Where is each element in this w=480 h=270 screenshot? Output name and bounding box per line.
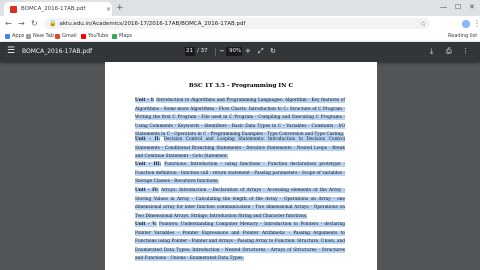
pdf-favicon-icon	[10, 5, 17, 13]
unit-text: Introduction to Algorithms and Programmi…	[135, 98, 345, 138]
browser-toolbar: ← → ↻ 🔒 aktu.edu.in/Academics/2016-17/20…	[0, 16, 480, 31]
unit-heading: Unit - III:	[135, 162, 162, 167]
pdf-page: BSC 1T 3.5 - Programming IN C Unit - I: …	[105, 62, 377, 270]
page-total: / 37	[197, 48, 208, 54]
document-title: BSC 1T 3.5 - Programming IN C	[188, 83, 294, 89]
forward-button[interactable]: →	[18, 18, 25, 29]
apps-grid-icon	[5, 33, 10, 39]
unit-heading: Unit - V:	[135, 222, 157, 227]
bookmark-label: Gmail	[62, 33, 77, 39]
profile-avatar[interactable]	[462, 20, 470, 28]
unit-5: Unit - V: Pointers: Understanding Comput…	[135, 221, 345, 264]
new-tab-button[interactable]: +	[116, 3, 124, 13]
unit-2: Unit - II: Decision Control and Looping …	[135, 136, 345, 162]
toolbar-divider	[215, 48, 216, 56]
zoom-in-button[interactable]: +	[245, 47, 251, 56]
url-text[interactable]: aktu.edu.in/Academics/2016-17/2016-17AB/…	[59, 21, 245, 27]
unit-heading: Unit - IV:	[135, 188, 159, 193]
browser-menu-button[interactable]: ⋮	[473, 18, 480, 29]
rotate-icon[interactable]: ↻	[270, 47, 276, 56]
unit-text: Decision Control and Looping Statements:…	[135, 137, 345, 160]
unit-heading: Unit - I:	[135, 98, 155, 103]
bookmark-youtube[interactable]: YouTube	[81, 33, 108, 39]
menu-icon[interactable]: ☰	[7, 46, 15, 57]
unit-4: Unit - IV: Arrays: Introduction - Declar…	[135, 187, 346, 221]
zoom-out-button[interactable]: −	[219, 47, 225, 56]
unit-1: Unit - I: Introduction to Algorithms and…	[135, 97, 345, 140]
pdf-file-name: BOMCA_2016-17AB.pdf	[22, 48, 93, 55]
tab-pdf[interactable]: BOMCA_2016-17AB.pdf ×	[4, 2, 112, 16]
back-button[interactable]: ←	[5, 18, 12, 29]
more-actions-button[interactable]: ⋮	[462, 47, 469, 56]
close-window-button[interactable]: ✕	[469, 2, 475, 12]
gmail-icon	[55, 33, 60, 39]
bookmark-new-tab[interactable]: New Tab	[26, 33, 54, 39]
bookmark-gmail[interactable]: Gmail	[55, 33, 77, 39]
unit-text: Functions: Introduction - using function…	[135, 162, 345, 185]
youtube-icon	[81, 33, 86, 39]
page-current: 21	[186, 48, 193, 54]
unit-text: Arrays: Introduction - Declaration of Ar…	[135, 188, 346, 219]
zoom-level: 90%	[229, 48, 242, 54]
print-icon[interactable]: ⎙	[446, 47, 452, 56]
bookmark-maps[interactable]: Maps	[112, 33, 132, 39]
bookmark-label: New Tab	[33, 33, 54, 39]
unit-heading: Unit - II:	[135, 137, 161, 142]
bookmark-apps[interactable]: Apps	[5, 33, 24, 39]
maximize-button[interactable]: ☐	[455, 2, 461, 12]
bookmark-label: YouTube	[88, 33, 109, 39]
bookmark-label: Maps	[119, 33, 133, 39]
download-icon[interactable]: ⤓	[430, 47, 433, 56]
lock-icon: 🔒	[49, 20, 57, 27]
reload-button[interactable]: ↻	[31, 18, 38, 29]
unit-text: Pointers: Understanding Computer Memory …	[135, 222, 345, 262]
maps-icon	[112, 33, 117, 39]
tab-close-button[interactable]: ×	[106, 6, 111, 13]
tab-title: BOMCA_2016-17AB.pdf	[21, 6, 86, 12]
fit-page-icon[interactable]: ⤢	[258, 47, 264, 56]
address-bar[interactable]: 🔒 aktu.edu.in/Academics/2016-17/2016-17A…	[44, 18, 430, 29]
tab-strip: BOMCA_2016-17AB.pdf × + — ☐ ✕	[0, 0, 480, 16]
bookmark-label: Apps	[12, 33, 25, 39]
minimize-button[interactable]: —	[440, 2, 447, 12]
page-icon	[26, 33, 31, 39]
bookmark-star-icon[interactable]: ☆	[420, 20, 426, 28]
unit-3: Unit - III: Functions: Introduction - us…	[135, 161, 345, 187]
pdf-toolbar: ☰ BOMCA_2016-17AB.pdf 21 / 37 − 90% + ⤢ …	[0, 42, 480, 62]
reading-list-button[interactable]: Reading list	[448, 33, 477, 39]
